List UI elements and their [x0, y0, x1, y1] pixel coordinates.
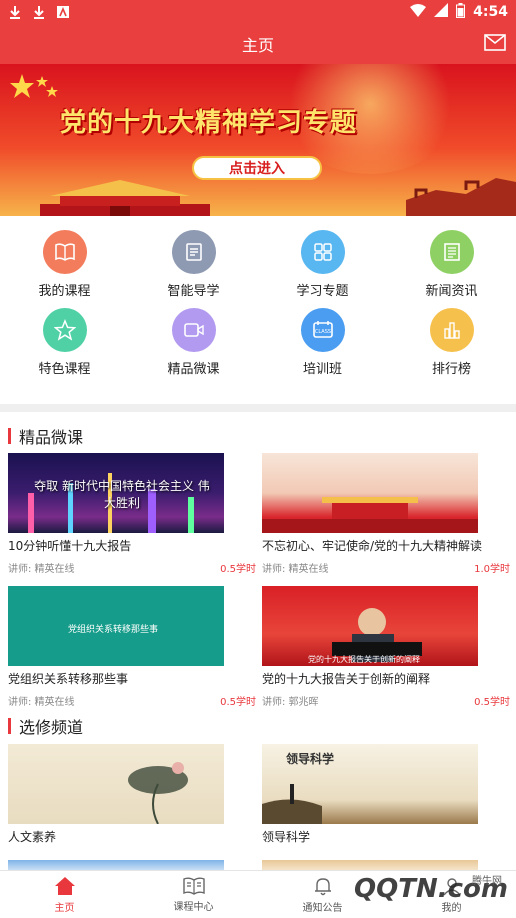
course-thumbnail: 夺取 新时代中国特色社会主义 伟大胜利 — [8, 453, 224, 533]
grid-squares-icon — [300, 230, 345, 274]
download-icon — [8, 5, 22, 19]
nav-home[interactable]: 主页 — [0, 871, 129, 918]
course-card[interactable]: 不忘初心、牢记使命/党的十九大精神解读 讲师: 精英在线 1.0学时 — [262, 453, 510, 575]
channel-title: 人文素养 — [8, 830, 57, 844]
channel-thumbnail: 领导科学 — [262, 744, 478, 824]
grid-label: 排行榜 — [431, 362, 471, 377]
wifi-icon — [410, 3, 427, 21]
thumbnail-caption: 领导科学 — [286, 752, 335, 766]
grid-label: 学习专题 — [296, 284, 349, 299]
grid-item-smart-guide[interactable]: 智能导学 — [129, 230, 258, 308]
course-hours: 1.0学时 — [474, 564, 510, 575]
thumbnail-caption: 党组织关系转移那些事 — [68, 625, 159, 635]
section-divider — [0, 404, 516, 412]
checklist-icon — [171, 230, 216, 274]
watermark-small: 腾牛网 — [472, 876, 502, 887]
site-watermark: 腾牛网 QQTN.com — [354, 874, 508, 904]
open-book-icon — [182, 877, 205, 895]
mail-icon[interactable] — [484, 34, 506, 51]
bar-chart-icon — [429, 308, 474, 352]
channel-card[interactable]: 领导科学 领导科学 — [262, 744, 510, 845]
great-wall-illustration — [406, 178, 516, 216]
clock-time: 4:54 — [473, 4, 508, 20]
course-title: 党组织关系转移那些事 — [8, 672, 129, 686]
course-hours: 0.5学时 — [220, 697, 256, 708]
banner-title: 党的十九大精神学习专题 — [60, 108, 358, 138]
download-icon-2 — [32, 5, 46, 19]
channel-thumbnail-partial — [262, 860, 478, 870]
video-camera-icon — [171, 308, 216, 352]
grid-label: 智能导学 — [167, 284, 220, 299]
home-icon — [54, 876, 75, 895]
status-bar: 4:54 — [0, 0, 516, 24]
nav-label: 课程中心 — [173, 901, 214, 913]
nav-label: 主页 — [54, 902, 75, 914]
section-title-weike: 精品微课 — [8, 424, 83, 448]
thumbnail-caption: 夺取 新时代中国特色社会主义 伟大胜利 — [34, 479, 210, 510]
course-card[interactable]: 党组织关系转移那些事 党组织关系转移那些事 讲师: 精英在线 0.5学时 — [8, 586, 256, 708]
classroom-board-icon: CLASS — [300, 308, 345, 352]
news-icon — [429, 230, 474, 274]
header-bar: 主页 — [0, 24, 516, 64]
grid-label: 特色课程 — [38, 362, 91, 377]
bell-icon — [314, 877, 331, 895]
grid-item-my-courses[interactable]: 我的课程 — [0, 230, 129, 308]
grid-label: 我的课程 — [38, 284, 91, 299]
course-lecturer: 讲师: 精英在线 — [262, 564, 329, 575]
grid-label: 精品微课 — [167, 362, 220, 377]
course-hours: 0.5学时 — [220, 564, 256, 575]
course-thumbnail: 党的十九大报告关于创新的阐释 — [262, 586, 478, 666]
signal-icon — [434, 3, 449, 21]
course-title: 10分钟听懂十九大报告 — [8, 539, 132, 553]
tiananmen-illustration — [40, 180, 210, 216]
course-hours: 0.5学时 — [474, 697, 510, 708]
course-title: 不忘初心、牢记使命/党的十九大精神解读 — [262, 539, 483, 553]
app-notification-icon — [56, 5, 70, 19]
section-title-text: 精品微课 — [19, 428, 84, 447]
course-lecturer: 讲师: 郭兆晖 — [262, 697, 319, 708]
channel-title: 领导科学 — [262, 830, 311, 844]
flag-stars-icon — [10, 74, 58, 98]
grid-item-ranking[interactable]: 排行榜 — [387, 308, 516, 386]
page-title: 主页 — [241, 36, 274, 55]
grid-item-micro-courses[interactable]: 精品微课 — [129, 308, 258, 386]
battery-icon — [456, 2, 466, 22]
channel-card[interactable]: 人文素养 — [8, 744, 256, 845]
course-thumbnail — [262, 453, 478, 533]
course-card[interactable]: 党的十九大报告关于创新的阐释 党的十九大报告关于创新的阐释 讲师: 郭兆晖 0.… — [262, 586, 510, 708]
svg-text:CLASS: CLASS — [314, 329, 330, 335]
course-lecturer: 讲师: 精英在线 — [8, 697, 75, 708]
channel-thumbnail-partial — [8, 860, 224, 870]
course-thumbnail: 党组织关系转移那些事 — [8, 586, 224, 666]
enter-button[interactable]: 点击进入 — [192, 156, 322, 180]
thumbnail-caption: 党的十九大报告关于创新的阐释 — [308, 655, 420, 664]
grid-item-training[interactable]: CLASS 培训班 — [258, 308, 387, 386]
promo-banner[interactable]: 党的十九大精神学习专题 点击进入 — [0, 64, 516, 216]
section-title-xuanxiu: 选修频道 — [8, 714, 83, 738]
section-title-text: 选修频道 — [19, 718, 84, 737]
book-icon — [42, 230, 87, 274]
nav-label: 通知公告 — [302, 902, 343, 914]
grid-item-news[interactable]: 新闻资讯 — [387, 230, 516, 308]
course-card[interactable]: 夺取 新时代中国特色社会主义 伟大胜利 10分钟听懂十九大报告 讲师: 精英在线… — [8, 453, 256, 575]
course-title: 党的十九大报告关于创新的阐释 — [262, 672, 431, 686]
grid-label: 新闻资讯 — [425, 284, 478, 299]
star-icon — [42, 308, 87, 352]
grid-label: 培训班 — [302, 362, 342, 377]
channel-thumbnail — [8, 744, 224, 824]
nav-course-center[interactable]: 课程中心 — [129, 871, 258, 918]
feature-grid: 我的课程 智能导学 学习专题 新闻资讯 特色课程 精品微课 CLASS 培训班 — [0, 216, 516, 404]
grid-item-topics[interactable]: 学习专题 — [258, 230, 387, 308]
course-lecturer: 讲师: 精英在线 — [8, 564, 75, 575]
grid-item-featured-courses[interactable]: 特色课程 — [0, 308, 129, 386]
